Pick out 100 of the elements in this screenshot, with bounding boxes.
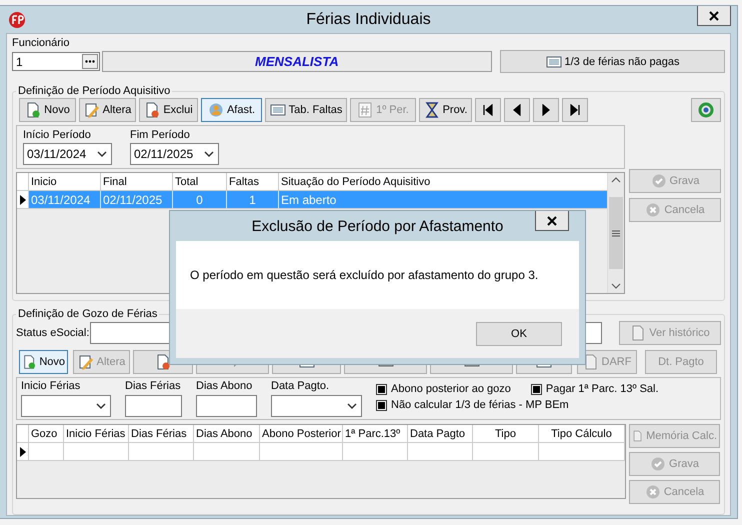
document-plus-icon <box>25 102 42 118</box>
row-pointer-icon <box>20 194 26 204</box>
dialog-title: Exclusão de Período por Afastamento <box>252 218 504 234</box>
column-header: Abono Posterior <box>260 425 343 443</box>
table-cell: 1 <box>227 191 279 209</box>
table-cell <box>473 443 539 461</box>
navigation-button[interactable] <box>562 98 588 122</box>
column-header: Dias Abono <box>194 425 260 443</box>
hash-icon <box>357 102 374 118</box>
toolbar-button[interactable]: Novo <box>19 98 76 122</box>
field-label: Dias Abono <box>196 380 254 393</box>
close-button[interactable] <box>697 6 731 26</box>
next-icon <box>540 104 552 116</box>
checkbox-label: Não calcular 1/3 de férias - MP BEm <box>391 399 569 412</box>
table-cell <box>194 443 260 461</box>
checkbox-label: Pagar 1ª Parc. 13º Sal. <box>546 383 659 396</box>
pencil-icon <box>78 354 94 370</box>
navigation-button[interactable] <box>504 98 530 122</box>
document-plus-icon <box>22 354 36 370</box>
field-label: Inicio Férias <box>21 380 82 393</box>
table-cell: 03/11/2024 <box>29 191 101 209</box>
check-icon <box>650 456 666 472</box>
checkbox[interactable] <box>376 400 387 411</box>
column-header: Faltas <box>227 173 279 191</box>
dialog-message: O período em questão será excluído por afastamento do grupo 3. <box>190 268 538 282</box>
toolbar-button[interactable]: Prov. <box>419 98 472 122</box>
column-header: Inicio <box>29 173 101 191</box>
date-dropdown[interactable]: 02/11/2025 <box>130 143 219 165</box>
lookup-button[interactable] <box>82 54 98 69</box>
caret-icon <box>96 403 106 409</box>
cancel-icon <box>644 484 661 500</box>
employee-name: MENSALISTA <box>102 51 492 72</box>
grip-icon <box>612 230 620 236</box>
pencil-icon <box>84 102 100 118</box>
caret-icon <box>97 151 107 157</box>
caret-icon <box>347 403 357 409</box>
header-corner <box>17 173 29 191</box>
column-header: Tipo <box>473 425 539 443</box>
first-icon <box>482 104 494 116</box>
refresh-button[interactable] <box>691 98 721 122</box>
cancel-icon <box>645 202 662 218</box>
navigation-button[interactable] <box>475 98 501 122</box>
checkbox[interactable] <box>376 384 387 395</box>
employee-code-field[interactable]: 1 <box>12 52 100 71</box>
row-indicator[interactable] <box>17 191 29 209</box>
toolbar-button[interactable]: Novo <box>19 350 68 374</box>
toolbar-button[interactable]: Afast. <box>201 98 262 122</box>
document-icon <box>632 428 644 444</box>
window-title: Férias Individuais <box>306 10 431 28</box>
input-field[interactable] <box>196 395 257 417</box>
column-header: Tipo Cálculo <box>539 425 625 443</box>
toolbar-button[interactable]: Exclui <box>139 98 198 122</box>
column-header: Inicio Férias <box>64 425 129 443</box>
row-indicator[interactable] <box>17 443 29 461</box>
hourglass-icon <box>424 102 440 118</box>
header-corner <box>17 425 29 443</box>
close-icon <box>547 216 557 226</box>
navigation-button[interactable] <box>533 98 559 122</box>
table-cell <box>343 443 408 461</box>
table-cell: 0 <box>173 191 227 209</box>
dialog-close-button[interactable] <box>535 211 569 231</box>
ok-button[interactable]: OK <box>476 322 562 346</box>
group-title: Definição de Período Aquisitivo <box>17 85 172 97</box>
column-header: Gozo <box>29 425 64 443</box>
field-label: Funcionário <box>12 37 70 50</box>
unpaid-vacation-button[interactable]: 1/3 de férias não pagas <box>500 50 725 73</box>
table-cell <box>64 443 129 461</box>
group-title: Definição de Gozo de Férias <box>17 308 158 320</box>
column-header: 1ª Parc.13º <box>343 425 408 443</box>
table-cell <box>408 443 473 461</box>
field-label: Fim Período <box>130 129 191 142</box>
column-header: Data Pagto <box>408 425 473 443</box>
field-label: Status eSocial: <box>16 326 90 340</box>
dropdown[interactable] <box>21 395 111 417</box>
table-cell <box>29 443 64 461</box>
document-minus-icon <box>155 354 171 370</box>
column-header: Final <box>101 173 173 191</box>
toolbar-button[interactable]: Altera <box>79 98 136 122</box>
document-icon <box>582 354 599 370</box>
date-dropdown[interactable]: 03/11/2024 <box>23 143 112 165</box>
field-label: Dias Férias <box>125 380 182 393</box>
table-cell: 02/11/2025 <box>101 191 173 209</box>
app-logo-icon <box>8 11 26 29</box>
toolbar-button[interactable]: Tab. Faltas <box>265 98 347 122</box>
column-header: Total <box>173 173 227 191</box>
previous-icon <box>511 104 523 116</box>
field-label: Início Período <box>23 129 92 142</box>
last-icon <box>569 104 581 116</box>
document-icon <box>630 325 646 341</box>
row-pointer-icon <box>20 446 26 456</box>
table-cell <box>129 443 194 461</box>
document-minus-icon <box>144 102 160 118</box>
input-field[interactable] <box>125 395 182 417</box>
checkbox-label: Abono posterior ao gozo <box>391 383 511 396</box>
scrollbar[interactable] <box>607 173 624 293</box>
caret-icon <box>204 151 214 157</box>
column-header: Situação do Período Aquisitivo <box>279 173 608 191</box>
checkbox[interactable] <box>530 384 542 395</box>
dropdown[interactable] <box>271 395 362 417</box>
check-icon <box>650 173 667 189</box>
